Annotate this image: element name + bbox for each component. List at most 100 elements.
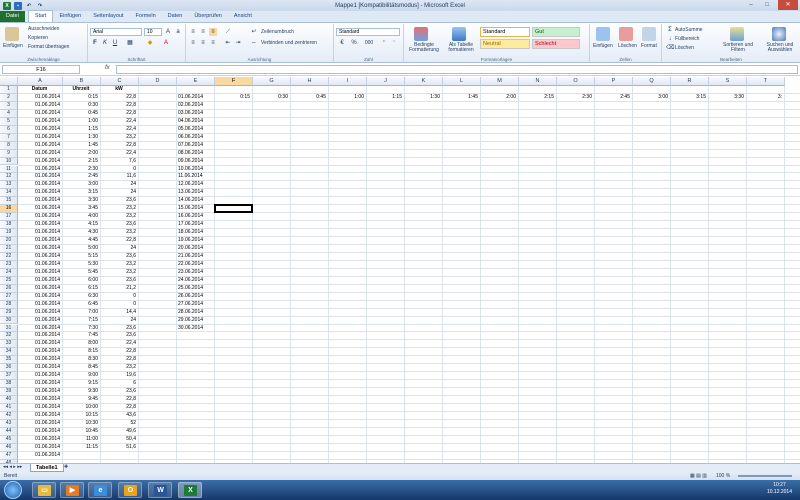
cell-C44[interactable]: 49,6 [101, 428, 137, 436]
clear-icon[interactable]: ⌫ [666, 44, 674, 52]
cell-I2[interactable]: 1:00 [329, 94, 365, 102]
undo-icon[interactable]: ↶ [25, 2, 33, 10]
align-top-icon[interactable]: ≡ [189, 28, 197, 36]
column-header-D[interactable]: D [139, 77, 177, 86]
increase-decimal-icon[interactable]: ⁺ [380, 39, 388, 47]
cell-R2[interactable]: 3:15 [671, 94, 707, 102]
row-header-41[interactable]: 41 [0, 404, 18, 412]
merge-icon[interactable]: ⇔ [250, 39, 258, 47]
row-header-13[interactable]: 13 [0, 181, 18, 190]
cell-A25[interactable]: 01.06.2014 [18, 277, 61, 285]
cell-L2[interactable]: 1:45 [443, 94, 479, 102]
row-header-36[interactable]: 36 [0, 364, 18, 373]
cell-E28[interactable]: 27.06.2014 [177, 301, 213, 309]
format-as-table-icon[interactable] [452, 27, 466, 41]
cell-B41[interactable]: 10:00 [63, 404, 99, 412]
cell-E30[interactable]: 29.06.2014 [177, 317, 213, 325]
column-header-T[interactable]: T [747, 77, 785, 86]
cell-B13[interactable]: 3:00 [63, 181, 99, 189]
cell-B28[interactable]: 6:45 [63, 301, 99, 309]
cell-B4[interactable]: 0:45 [63, 110, 99, 118]
cell-S2[interactable]: 3:30 [709, 94, 745, 102]
cell-E26[interactable]: 25.06.2014 [177, 285, 213, 293]
row-header-14[interactable]: 14 [0, 189, 18, 198]
row-header-9[interactable]: 9 [0, 149, 18, 158]
cell-C34[interactable]: 22,8 [101, 348, 137, 356]
cell-B15[interactable]: 3:30 [63, 197, 99, 205]
cell-J2[interactable]: 1:15 [367, 94, 403, 102]
row-header-12[interactable]: 12 [0, 173, 18, 182]
underline-button[interactable]: U [111, 39, 119, 47]
cell-C30[interactable]: 24 [101, 317, 137, 325]
cell-E13[interactable]: 12.06.2014 [177, 181, 213, 189]
cell-C39[interactable]: 23,6 [101, 388, 137, 396]
cell-C40[interactable]: 22,8 [101, 396, 137, 404]
format-as-table-button[interactable]: Als Tabelle formatieren [444, 43, 478, 53]
cell-A5[interactable]: 01.06.2014 [18, 118, 61, 126]
minimize-button[interactable]: – [744, 0, 758, 10]
cell-E16[interactable]: 15.06.2014 [177, 205, 213, 213]
row-header-19[interactable]: 19 [0, 229, 18, 238]
redo-icon[interactable]: ↷ [36, 2, 44, 10]
cell-C1[interactable]: kW [101, 86, 137, 94]
row-header-24[interactable]: 24 [0, 268, 18, 277]
cell-B10[interactable]: 2:15 [63, 158, 99, 166]
row-header-40[interactable]: 40 [0, 396, 18, 404]
row-header-31[interactable]: 31 [0, 324, 18, 333]
align-middle-icon[interactable]: ≡ [199, 28, 207, 36]
cell-E12[interactable]: 11.06.2014 [177, 173, 213, 181]
cut-button[interactable]: Ausschneiden [28, 26, 59, 32]
cell-A45[interactable]: 01.06.2014 [18, 436, 61, 444]
cell-A44[interactable]: 01.06.2014 [18, 428, 61, 436]
cell-C28[interactable]: 0 [101, 301, 137, 309]
decrease-decimal-icon[interactable]: ⁻ [390, 39, 398, 47]
cell-A34[interactable]: 01.06.2014 [18, 348, 61, 356]
cell-A35[interactable]: 01.06.2014 [18, 356, 61, 364]
cell-A29[interactable]: 01.06.2014 [18, 309, 61, 317]
conditional-format-icon[interactable] [414, 27, 428, 41]
cell-B16[interactable]: 3:45 [63, 205, 99, 213]
column-header-L[interactable]: L [443, 77, 481, 86]
column-header-G[interactable]: G [253, 77, 291, 86]
cell-B39[interactable]: 9:30 [63, 388, 99, 396]
style-bad[interactable]: Schlecht [532, 39, 580, 49]
cell-A26[interactable]: 01.06.2014 [18, 285, 61, 293]
cell-G2[interactable]: 0:30 [253, 94, 289, 102]
indent-decrease-icon[interactable]: ⇤ [224, 39, 232, 47]
taskbar-browser[interactable]: e [88, 482, 112, 498]
cell-E9[interactable]: 08.06.2014 [177, 150, 213, 158]
formula-input[interactable] [116, 65, 798, 74]
taskbar-media[interactable]: ▶ [60, 482, 84, 498]
insert-cells-button[interactable]: Einfügen [593, 43, 613, 49]
row-header-2[interactable]: 2 [0, 93, 18, 102]
fill-icon[interactable]: ↓ [666, 35, 674, 43]
cell-E29[interactable]: 28.06.2014 [177, 309, 213, 317]
tab-7[interactable]: Ansicht [228, 11, 258, 22]
cell-E2[interactable]: 01.06.2014 [177, 94, 213, 102]
cell-B26[interactable]: 6:15 [63, 285, 99, 293]
cell-C4[interactable]: 22,8 [101, 110, 137, 118]
row-header-16[interactable]: 16 [0, 205, 18, 214]
align-right-icon[interactable]: ≡ [209, 39, 217, 47]
row-header-17[interactable]: 17 [0, 213, 18, 222]
cell-E15[interactable]: 14.06.2014 [177, 197, 213, 205]
cell-A22[interactable]: 01.06.2014 [18, 253, 61, 261]
cell-B14[interactable]: 3:15 [63, 189, 99, 197]
align-left-icon[interactable]: ≡ [189, 39, 197, 47]
row-header-21[interactable]: 21 [0, 245, 18, 253]
cell-C38[interactable]: 6 [101, 380, 137, 388]
style-neutral[interactable]: Neutral [480, 39, 530, 49]
cell-C25[interactable]: 23,6 [101, 277, 137, 285]
cell-B3[interactable]: 0:30 [63, 102, 99, 110]
cell-E10[interactable]: 09.06.2014 [177, 158, 213, 166]
tab-6[interactable]: Überprüfen [188, 11, 228, 22]
row-header-35[interactable]: 35 [0, 356, 18, 365]
cell-B21[interactable]: 5:00 [63, 245, 99, 253]
cell-C3[interactable]: 22,8 [101, 102, 137, 110]
paste-icon[interactable] [5, 27, 19, 41]
row-header-42[interactable]: 42 [0, 411, 18, 420]
row-header-20[interactable]: 20 [0, 237, 18, 245]
fill-color-icon[interactable]: ◆ [146, 39, 154, 47]
cell-C26[interactable]: 21,2 [101, 285, 137, 293]
zoom-level[interactable]: 100 % [716, 472, 730, 480]
